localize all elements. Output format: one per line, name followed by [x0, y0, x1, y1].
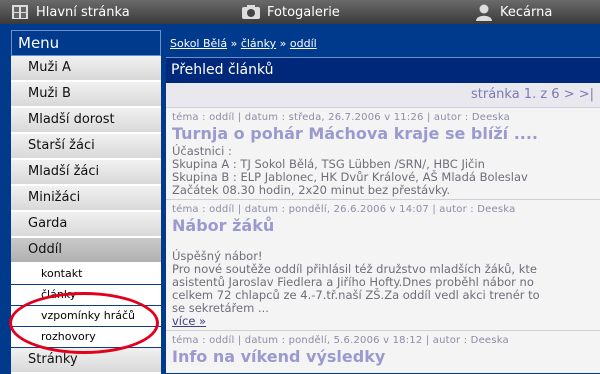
article: téma : oddíl | datum : středa, 26.7.2006…	[166, 107, 600, 199]
article-meta: téma : oddíl | datum : pondělí, 26.6.200…	[172, 204, 516, 215]
article-title[interactable]: Turnja o pohár Máchova kraje se blíží ..…	[172, 124, 594, 143]
sidebar-title: Menu	[11, 30, 161, 56]
breadcrumb-home[interactable]: Sokol Bělá	[170, 37, 227, 50]
sidebar-item-minizaci[interactable]: Minižáci	[11, 186, 161, 212]
article-meta: téma : oddíl | datum : středa, 26.7.2006…	[172, 112, 510, 123]
nav-gallery[interactable]: Fotogalerie	[241, 0, 340, 24]
article-text: Úspěšný nábor! Pro nové soutěže oddíl př…	[172, 249, 540, 315]
article-body: Účastnici : Skupina A : TJ Sokol Bělá, T…	[172, 144, 528, 197]
nav-chat[interactable]: Kecárna	[474, 0, 552, 24]
read-more-link[interactable]: více »	[172, 314, 206, 328]
nav-chat-label: Kecárna	[500, 4, 553, 20]
sidebar-item-mladsi-zaci[interactable]: Mladší žáci	[11, 160, 161, 186]
main-content: Sokol Bělá » články » oddíl Přehled člán…	[166, 30, 600, 373]
article-title[interactable]: Nábor žáků	[172, 216, 594, 235]
breadcrumb: Sokol Bělá » články » oddíl	[166, 30, 600, 57]
breadcrumb-section[interactable]: oddíl	[290, 37, 317, 50]
home-icon	[12, 5, 28, 19]
pagination[interactable]: stránka 1. z 6 > >|	[166, 83, 600, 107]
sidebar-item-muzi-b[interactable]: Muži B	[11, 82, 161, 108]
camera-icon	[242, 5, 260, 19]
sidebar-item-garda[interactable]: Garda	[11, 212, 161, 238]
breadcrumb-articles[interactable]: články	[241, 37, 276, 50]
page-title: Přehled článků	[166, 57, 600, 83]
sidebar-item-starsi-zaci[interactable]: Starší žáci	[11, 134, 161, 160]
highlight-ellipse	[9, 292, 159, 354]
nav-gallery-label: Fotogalerie	[267, 4, 340, 20]
breadcrumb-separator: »	[230, 37, 238, 50]
sidebar-item-mladsi-dorost[interactable]: Mladší dorost	[11, 108, 161, 134]
sidebar-item-oddil[interactable]: Oddíl	[11, 238, 161, 264]
article: téma : oddíl | datum : pondělí, 5.6.2006…	[166, 330, 600, 370]
article-meta: téma : oddíl | datum : pondělí, 5.6.2006…	[172, 335, 509, 346]
article-title[interactable]: Info na víkend výsledky	[172, 347, 594, 366]
nav-home-label: Hlavní stránka	[36, 4, 130, 20]
sidebar-subitem-kontakt[interactable]: kontakt	[11, 264, 161, 285]
sidebar-item-muzi-a[interactable]: Muži A	[11, 56, 161, 82]
breadcrumb-separator: »	[279, 37, 287, 50]
article-body: Úspěšný nábor! Pro nové soutěže oddíl př…	[172, 237, 594, 328]
nav-home[interactable]: Hlavní stránka	[10, 0, 130, 24]
top-navigation-bar: Hlavní stránka Fotogalerie Kecárna	[0, 0, 600, 24]
article: téma : oddíl | datum : pondělí, 26.6.200…	[166, 199, 600, 330]
chat-icon	[476, 4, 492, 21]
